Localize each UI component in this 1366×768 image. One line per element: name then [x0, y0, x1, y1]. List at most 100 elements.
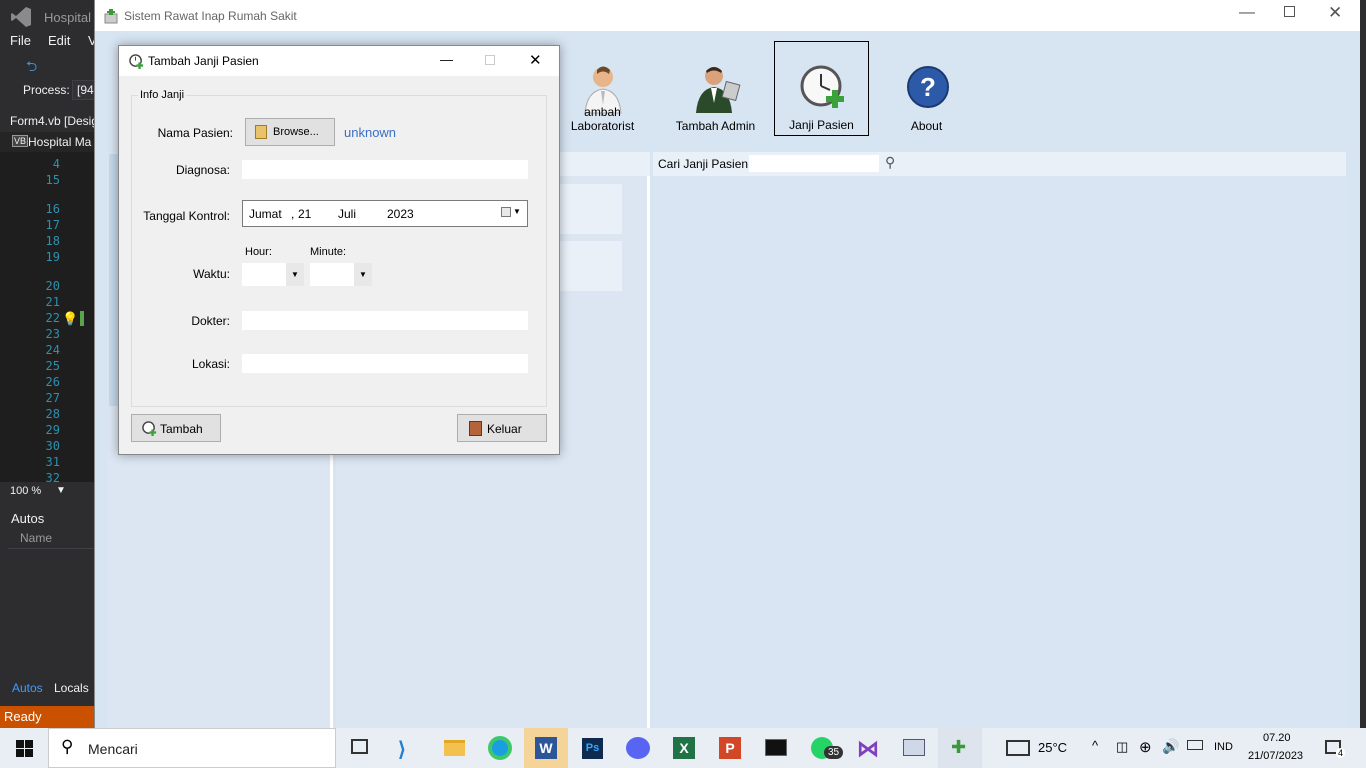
discord-icon[interactable] — [616, 728, 660, 768]
volume-icon[interactable]: 🔊 — [1162, 738, 1179, 755]
toolbar-janji-pasien[interactable]: Janji Pasien — [774, 41, 869, 136]
chevron-down-icon[interactable]: ▼ — [354, 263, 372, 286]
minute-label: Minute: — [310, 246, 347, 258]
chevron-down-icon[interactable]: ▼ — [286, 263, 304, 286]
minute-select[interactable]: ▼ — [310, 263, 372, 286]
tambah-label: Tambah — [160, 422, 203, 436]
battery-icon[interactable] — [1187, 740, 1203, 750]
lightbulb-icon[interactable]: 💡 — [62, 311, 78, 327]
line-number: 23 — [45, 327, 60, 341]
line-number: 28 — [45, 407, 60, 421]
maximize-button[interactable] — [1284, 6, 1295, 17]
group-title: Info Janji — [138, 89, 187, 101]
toolbar-label: Janji Pasien — [789, 118, 854, 132]
chevron-down-icon[interactable]: ▼ — [56, 485, 66, 496]
clock-add-icon — [142, 421, 157, 436]
toolbar-about[interactable]: ? About — [879, 41, 974, 136]
keluar-label: Keluar — [487, 422, 522, 436]
file-explorer-icon[interactable] — [432, 728, 476, 768]
line-number: 26 — [45, 375, 60, 389]
line-number: 18 — [45, 234, 60, 248]
language-indicator[interactable]: IND — [1214, 741, 1233, 753]
chevron-up-icon[interactable]: ^ — [1092, 738, 1098, 753]
dialog-minimize-button[interactable]: — — [440, 52, 453, 67]
svg-text:?: ? — [920, 72, 936, 102]
clock-date[interactable]: 21/07/2023 — [1248, 750, 1303, 762]
date-num: 21 — [298, 207, 312, 221]
tab-autos[interactable]: Autos — [12, 681, 43, 695]
line-number: 31 — [45, 455, 60, 469]
excel-icon[interactable]: X — [662, 728, 706, 768]
windows-start-icon[interactable] — [16, 740, 33, 757]
autos-title: Autos — [11, 511, 45, 526]
hour-label: Hour: — [245, 246, 272, 258]
browse-button[interactable]: Browse... — [245, 118, 335, 146]
clock-time[interactable]: 07.20 — [1263, 732, 1291, 744]
date-picker[interactable]: Jumat , 21 Juli 2023 ▼ — [242, 200, 528, 227]
tambah-button[interactable]: Tambah — [131, 414, 221, 442]
line-number: 24 — [45, 343, 60, 357]
date-month: Juli — [338, 207, 357, 221]
admin-icon — [696, 67, 741, 113]
close-button[interactable]: ✕ — [1328, 3, 1342, 23]
vb-file-icon: VB — [12, 135, 29, 147]
zoom-select[interactable]: 100 % — [10, 485, 41, 497]
app-window-icon[interactable] — [892, 728, 936, 768]
process-select[interactable]: [94 — [72, 80, 94, 100]
taskbar-search[interactable]: ⚲ Mencari — [48, 728, 336, 768]
appointment-panel: Cari Janji Pasien: ⚲ — [653, 152, 1346, 728]
toolbar-tambah-laboratorist[interactable]: ambah Laboratorist — [555, 41, 650, 136]
whatsapp-badge: 35 — [824, 746, 844, 759]
keluar-button[interactable]: Keluar — [457, 414, 547, 442]
editor-tab[interactable]: Form4.vb [Desig — [10, 114, 94, 128]
webcam-icon[interactable]: ◫ — [1116, 739, 1128, 755]
menu-file[interactable]: File — [10, 33, 31, 48]
vs-logo-icon — [11, 7, 31, 27]
edge-icon[interactable] — [478, 728, 522, 768]
line-number: 30 — [45, 439, 60, 453]
toolbar-label: About — [910, 119, 943, 133]
patient-name-value: unknown — [344, 125, 397, 140]
tab-locals[interactable]: Locals — [54, 681, 89, 695]
dialog-title: Tambah Janji Pasien — [148, 54, 259, 68]
toolbar-tambah-admin[interactable]: Tambah Admin — [668, 41, 763, 136]
chevron-down-icon[interactable]: ▼ — [513, 207, 521, 216]
app-title-bar: Sistem Rawat Inap Rumah Sakit — ✕ — [95, 0, 1361, 31]
network-icon[interactable]: ⊕ — [1139, 738, 1152, 756]
line-number: 19 — [45, 250, 60, 264]
weather-icon[interactable] — [1006, 740, 1030, 756]
vscode-icon[interactable]: ⟩ — [386, 728, 430, 768]
task-view-icon[interactable] — [338, 728, 382, 768]
line-number: 29 — [45, 423, 60, 437]
lokasi-label: Lokasi: — [191, 357, 230, 371]
dialog-close-button[interactable]: ✕ — [529, 51, 542, 69]
lokasi-field[interactable] — [242, 354, 528, 373]
search-input[interactable] — [749, 155, 879, 172]
menu-edit[interactable]: Edit — [48, 33, 70, 48]
line-number: 17 — [45, 218, 60, 232]
photoshop-icon[interactable]: Ps — [570, 728, 614, 768]
weather-temp[interactable]: 25°C — [1038, 740, 1067, 755]
line-number: 25 — [45, 359, 60, 373]
back-icon[interactable]: ⮌ — [26, 56, 37, 80]
calendar-icon[interactable] — [501, 207, 511, 217]
diagnosa-field[interactable] — [242, 160, 528, 179]
toolbar-label: ambah Laboratorist — [570, 105, 635, 133]
search-icon[interactable]: ⚲ — [885, 154, 895, 171]
date-day: Jumat — [249, 207, 282, 221]
terminal-icon[interactable] — [754, 728, 798, 768]
minimize-button[interactable]: — — [1239, 4, 1255, 22]
diagnosa-label: Diagnosa: — [175, 163, 230, 177]
hospital-icon — [104, 9, 118, 24]
dokter-field[interactable] — [242, 311, 528, 330]
hospital-app-icon[interactable]: ✚ — [938, 728, 982, 768]
tambah-janji-dialog: Tambah Janji Pasien — ✕ Info Janji Nama … — [118, 45, 560, 455]
powerpoint-icon[interactable]: P — [708, 728, 752, 768]
app-title: Sistem Rawat Inap Rumah Sakit — [124, 9, 297, 23]
tanggal-kontrol-label: Tanggal Kontrol: — [143, 209, 230, 223]
word-icon[interactable]: W — [524, 728, 568, 768]
search-label: Cari Janji Pasien: — [658, 157, 752, 171]
whatsapp-icon[interactable]: 35 — [800, 728, 844, 768]
visual-studio-icon[interactable]: ⋈ — [846, 728, 890, 768]
hour-select[interactable]: ▼ — [242, 263, 304, 286]
